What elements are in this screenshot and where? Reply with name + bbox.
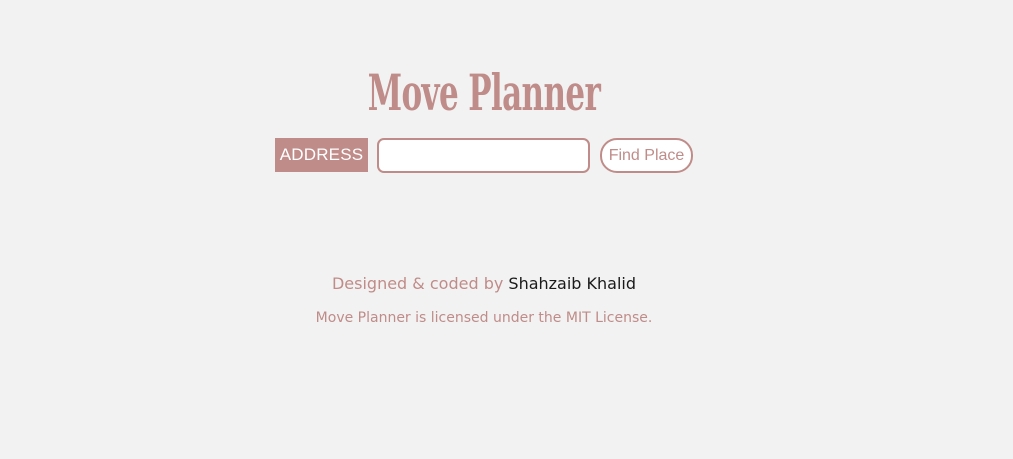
- page: Move Planner ADDRESS Find Place Designed…: [0, 0, 1013, 459]
- address-input[interactable]: [377, 138, 590, 173]
- page-title: Move Planner: [367, 62, 601, 122]
- address-label: ADDRESS: [275, 138, 368, 172]
- credit-line: Designed & coded by Shahzaib Khalid: [0, 274, 968, 293]
- author-link[interactable]: Shahzaib Khalid: [508, 274, 636, 293]
- license-text: Move Planner is licensed under the MIT L…: [315, 310, 653, 326]
- credit-prefix: Designed & coded by: [331, 274, 504, 293]
- find-place-button[interactable]: Find Place: [600, 138, 693, 173]
